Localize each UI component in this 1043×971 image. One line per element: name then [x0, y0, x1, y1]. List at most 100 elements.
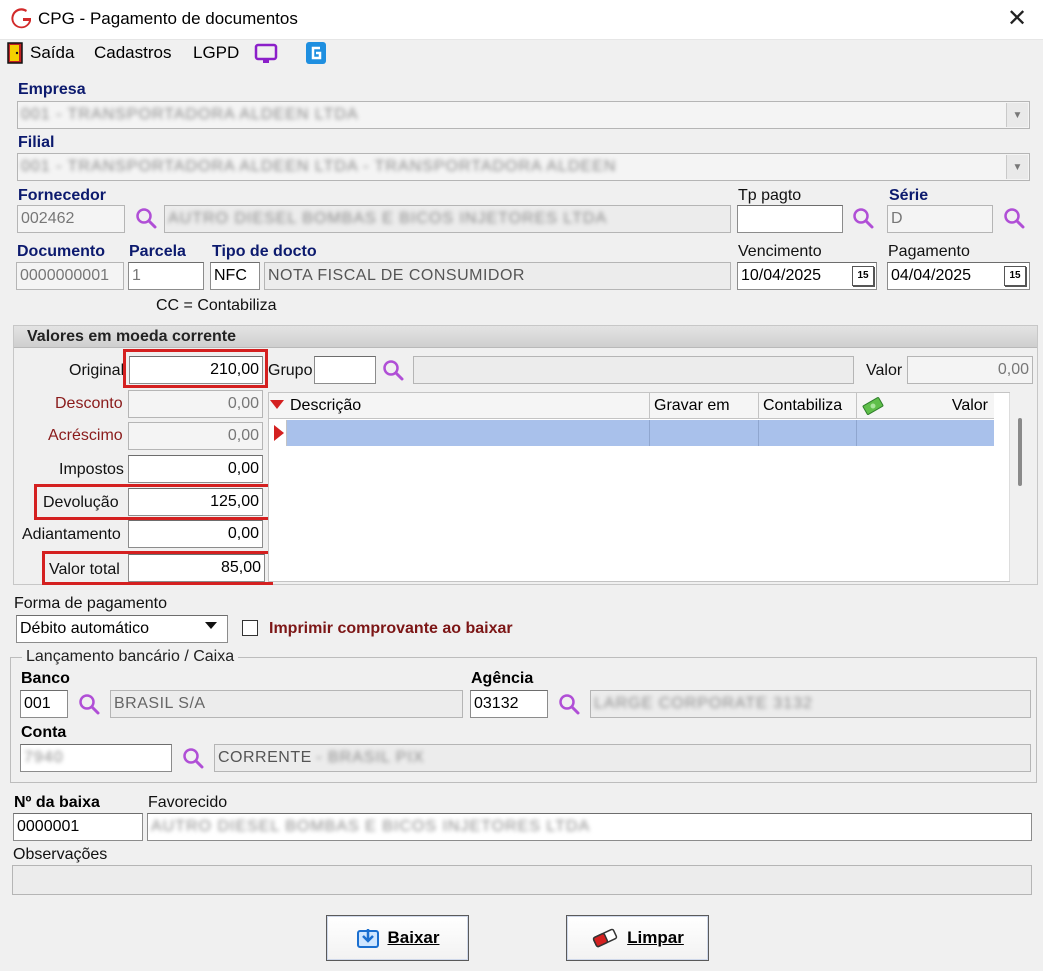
- conta-bank-value: - BRASIL PIX: [316, 749, 425, 766]
- observacoes-label: Observações: [13, 846, 108, 863]
- chevron-down-icon[interactable]: ▼: [1006, 155, 1028, 179]
- search-icon[interactable]: [181, 746, 205, 770]
- imprimir-label[interactable]: Imprimir comprovante ao baixar: [269, 620, 513, 638]
- documento-input[interactable]: 0000000001: [16, 262, 124, 290]
- filial-value: 001 - TRANSPORTADORA ALDEEN LTDA - TRANS…: [21, 158, 617, 175]
- vencimento-value: 10/04/2025: [741, 267, 822, 284]
- desconto-input[interactable]: 0,00: [128, 390, 263, 418]
- observacoes-textarea[interactable]: [12, 865, 1032, 895]
- sort-arrow-icon[interactable]: [270, 400, 284, 409]
- agencia-name-value: LARGE CORPORATE 3132: [594, 695, 813, 712]
- menu-cadastros[interactable]: Cadastros: [94, 43, 171, 63]
- g-app-icon[interactable]: [305, 41, 327, 65]
- devolucao-input[interactable]: 125,00: [128, 488, 263, 516]
- app-logo-icon: [11, 8, 31, 29]
- agencia-label: Agência: [471, 670, 534, 687]
- fornecedor-code-input[interactable]: 002462: [17, 205, 125, 233]
- current-row-arrow-icon: [274, 425, 284, 441]
- fornecedor-name-value: AUTRO DIESEL BOMBAS E BICOS INJETORES LT…: [168, 210, 608, 227]
- download-tray-icon: [356, 929, 379, 948]
- tp-pagto-input[interactable]: [737, 205, 843, 233]
- monitor-icon[interactable]: [254, 43, 278, 65]
- empresa-label: Empresa: [18, 81, 86, 98]
- conta-code-value: 7940: [24, 749, 64, 766]
- window-title: CPG - Pagamento de documentos: [38, 9, 298, 28]
- menu-lgpd[interactable]: LGPD: [193, 43, 239, 63]
- col-descricao[interactable]: Descrição: [286, 393, 650, 419]
- fornecedor-name-field: AUTRO DIESEL BOMBAS E BICOS INJETORES LT…: [164, 205, 731, 233]
- close-icon[interactable]: ✕: [1004, 6, 1030, 32]
- limpar-label: Limpar: [627, 928, 684, 947]
- filial-label: Filial: [18, 134, 55, 151]
- grupo-input[interactable]: [314, 356, 376, 384]
- table-row[interactable]: [287, 420, 994, 446]
- baixar-button[interactable]: Baixar: [326, 915, 469, 961]
- scrollbar-thumb[interactable]: [1018, 418, 1022, 486]
- menu-saida[interactable]: Saída: [30, 43, 74, 63]
- favorecido-label: Favorecido: [148, 794, 228, 811]
- chevron-down-icon[interactable]: ▼: [1006, 103, 1028, 127]
- conta-name-field: CORRENTE - BRASIL PIX: [214, 744, 1031, 772]
- limpar-button[interactable]: Limpar: [566, 915, 709, 961]
- calendar-icon[interactable]: 15: [1004, 266, 1026, 286]
- forma-pagamento-select[interactable]: Débito automático: [16, 615, 228, 643]
- col-contabiliza[interactable]: Contabiliza: [759, 393, 857, 419]
- tipo-docto-code-input[interactable]: NFC: [210, 262, 260, 290]
- lancamento-title: Lançamento bancário / Caixa: [22, 648, 239, 666]
- serie-input[interactable]: D: [887, 205, 993, 233]
- fornecedor-label: Fornecedor: [18, 187, 107, 204]
- impostos-input[interactable]: 0,00: [128, 455, 263, 483]
- adiantamento-label: Adiantamento: [22, 526, 121, 543]
- baixa-label: Nº da baixa: [14, 794, 100, 811]
- forma-pagamento-label: Forma de pagamento: [14, 595, 167, 612]
- valor-label: Valor: [866, 362, 903, 379]
- impostos-label: Impostos: [59, 461, 124, 478]
- original-input[interactable]: 210,00: [129, 356, 263, 384]
- banco-code-input[interactable]: 001: [20, 690, 68, 718]
- acrescimo-input[interactable]: 0,00: [128, 422, 263, 450]
- favorecido-value: AUTRO DIESEL BOMBAS E BICOS INJETORES LT…: [151, 818, 591, 835]
- conta-label: Conta: [21, 724, 67, 741]
- search-icon[interactable]: [1002, 206, 1026, 230]
- empresa-value: 001 - TRANSPORTADORA ALDEEN LTDA: [21, 106, 359, 123]
- col-valor[interactable]: Valor: [887, 393, 994, 419]
- grid-scrollbar[interactable]: [1009, 393, 1037, 581]
- parcela-input[interactable]: 1: [128, 262, 204, 290]
- chevron-down-icon[interactable]: [205, 622, 217, 629]
- banco-label: Banco: [21, 670, 70, 687]
- search-icon[interactable]: [77, 692, 101, 716]
- devolucao-label: Devolução: [43, 494, 119, 511]
- conta-code-input[interactable]: 7940: [20, 744, 172, 772]
- valores-panel-title: Valores em moeda corrente: [14, 326, 1037, 348]
- favorecido-input[interactable]: AUTRO DIESEL BOMBAS E BICOS INJETORES LT…: [147, 813, 1032, 841]
- col-gravar-em[interactable]: Gravar em: [650, 393, 759, 419]
- row-divider: [758, 420, 759, 446]
- search-icon[interactable]: [381, 358, 405, 382]
- vencimento-label: Vencimento: [738, 243, 822, 260]
- parcela-label: Parcela: [129, 243, 186, 260]
- baixa-input[interactable]: 0000001: [13, 813, 143, 841]
- grupo-name-field: [413, 356, 854, 384]
- pagamento-value: 04/04/2025: [891, 267, 972, 284]
- search-icon[interactable]: [134, 206, 158, 230]
- tipo-docto-name-field: NOTA FISCAL DE CONSUMIDOR: [264, 262, 731, 290]
- pagamento-label: Pagamento: [888, 243, 970, 260]
- adiantamento-input[interactable]: 0,00: [128, 520, 263, 548]
- search-icon[interactable]: [851, 206, 875, 230]
- filial-select[interactable]: 001 - TRANSPORTADORA ALDEEN LTDA - TRANS…: [17, 153, 1030, 181]
- tp-pagto-label: Tp pagto: [738, 187, 802, 204]
- acrescimo-label: Acréscimo: [48, 427, 123, 444]
- calendar-icon[interactable]: 15: [852, 266, 874, 286]
- desconto-label: Desconto: [55, 395, 123, 412]
- imprimir-checkbox[interactable]: [242, 620, 258, 636]
- row-divider: [856, 420, 857, 446]
- eraser-icon: [592, 928, 618, 948]
- serie-label: Série: [889, 187, 929, 204]
- search-icon[interactable]: [557, 692, 581, 716]
- forma-pagamento-value: Débito automático: [20, 620, 149, 637]
- agencia-code-input[interactable]: 03132: [470, 690, 548, 718]
- exit-door-icon[interactable]: [7, 42, 23, 64]
- empresa-select[interactable]: 001 - TRANSPORTADORA ALDEEN LTDA: [17, 101, 1030, 129]
- valor-total-input[interactable]: 85,00: [128, 554, 265, 582]
- valor-input[interactable]: 0,00: [907, 356, 1033, 384]
